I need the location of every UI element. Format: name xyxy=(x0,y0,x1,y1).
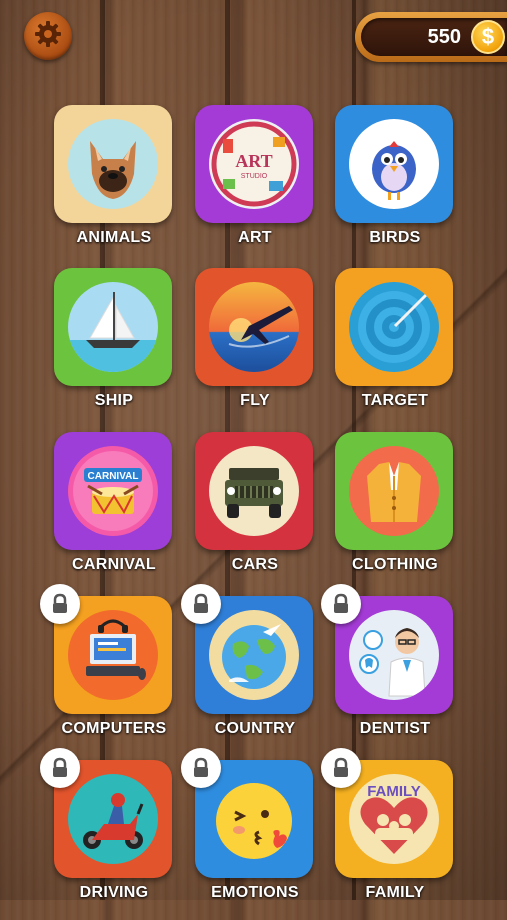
category-tile[interactable] xyxy=(54,105,172,223)
svg-text:STUDIO: STUDIO xyxy=(241,173,268,180)
svg-text:CARNIVAL: CARNIVAL xyxy=(88,471,139,482)
sailboat-icon xyxy=(68,282,158,372)
category-label: DENTIST xyxy=(359,720,431,737)
jeep-icon xyxy=(209,446,299,536)
lock-icon xyxy=(40,748,80,788)
dentist-icon xyxy=(349,610,439,700)
category-dentist[interactable]: DENTIST xyxy=(321,584,455,756)
category-tile[interactable] xyxy=(335,268,453,386)
category-tile[interactable]: ART STUDIO xyxy=(195,105,313,223)
category-label: COMPUTERS xyxy=(61,720,167,737)
category-ship[interactable]: SHIP xyxy=(54,268,174,428)
category-label: FLY xyxy=(240,392,270,409)
category-label: ART xyxy=(238,229,272,246)
svg-text:FAMILY: FAMILY xyxy=(367,783,421,800)
category-label: FAMILY xyxy=(365,884,425,901)
category-birds[interactable]: BIRDS xyxy=(335,105,455,265)
category-country[interactable]: COUNTRY xyxy=(181,584,315,756)
airplane-icon xyxy=(209,282,299,372)
category-label: CLOTHING xyxy=(352,556,438,573)
category-label: COUNTRY xyxy=(214,720,296,737)
computer-icon xyxy=(68,610,158,700)
category-tile[interactable] xyxy=(335,432,453,550)
category-tile[interactable] xyxy=(195,432,313,550)
category-label: EMOTIONS xyxy=(211,884,299,901)
category-label: BIRDS xyxy=(369,229,421,246)
art-studio-icon: ART STUDIO xyxy=(209,119,299,209)
lock-icon xyxy=(181,584,221,624)
category-fly[interactable]: FLY xyxy=(195,268,315,428)
category-animals[interactable]: ANIMALS xyxy=(54,105,174,265)
dog-icon xyxy=(68,119,158,209)
category-label: SHIP xyxy=(94,392,134,409)
globe-icon xyxy=(209,610,299,700)
lock-icon xyxy=(321,748,361,788)
lock-icon xyxy=(181,748,221,788)
category-family[interactable]: FAMILY FAMILY xyxy=(321,748,455,920)
scooter-icon xyxy=(68,774,158,864)
category-carnival[interactable]: CARNIVAL CARNIVAL xyxy=(54,432,174,592)
category-label: TARGET xyxy=(361,392,429,409)
family-heart-icon: FAMILY xyxy=(349,774,439,864)
target-icon xyxy=(349,282,439,372)
category-cars[interactable]: CARS xyxy=(195,432,315,592)
category-tile[interactable] xyxy=(195,268,313,386)
carnival-drum-icon: CARNIVAL xyxy=(68,446,158,536)
category-target[interactable]: TARGET xyxy=(335,268,455,428)
category-tile[interactable] xyxy=(54,268,172,386)
kiss-emoji-icon xyxy=(209,774,299,864)
category-emotions[interactable]: EMOTIONS xyxy=(181,748,315,920)
lock-icon xyxy=(321,584,361,624)
category-label: CARNIVAL xyxy=(72,556,156,573)
category-label: ANIMALS xyxy=(76,229,152,246)
bird-icon xyxy=(349,119,439,209)
category-clothing[interactable]: CLOTHING xyxy=(335,432,455,592)
jacket-icon xyxy=(349,446,439,536)
category-tile[interactable] xyxy=(335,105,453,223)
category-tile[interactable]: CARNIVAL xyxy=(54,432,172,550)
category-label: CARS xyxy=(231,556,279,573)
category-computers[interactable]: COMPUTERS xyxy=(40,584,174,756)
category-grid: ANIMALS ART STUDIO ART BIRDS SHIP FLY TARGET CAR… xyxy=(0,0,507,901)
category-art[interactable]: ART STUDIO ART xyxy=(195,105,315,265)
svg-text:ART: ART xyxy=(235,151,272,171)
lock-icon xyxy=(40,584,80,624)
category-label: DRIVING xyxy=(79,884,149,901)
category-driving[interactable]: DRIVING xyxy=(40,748,174,920)
